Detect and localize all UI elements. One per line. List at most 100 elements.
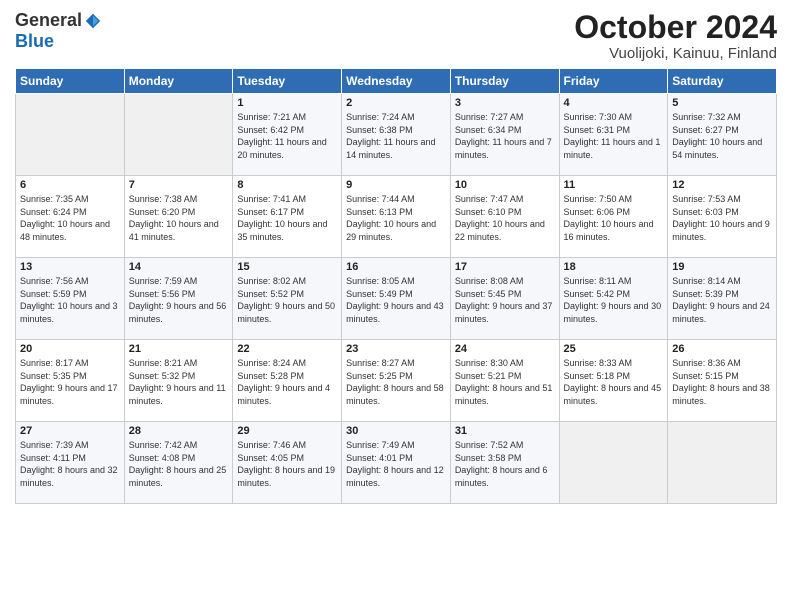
calendar-cell: 1Sunrise: 7:21 AM Sunset: 6:42 PM Daylig…: [233, 94, 342, 176]
day-number: 15: [237, 261, 337, 273]
calendar-cell: [668, 422, 777, 504]
calendar-cell: 6 Sunrise: 7:35 AM Sunset: 6:24 PM Daylig…: [16, 176, 125, 258]
calendar-header-row: SundayMondayTuesdayWednesdayThursdayFrid…: [16, 69, 777, 94]
calendar-header-tuesday: Tuesday: [233, 69, 342, 94]
logo-blue-text: Blue: [15, 31, 54, 51]
day-number: 12: [672, 179, 772, 191]
day-number: 22: [237, 343, 337, 355]
day-info: Sunrise: 7:49 AM Sunset: 4:01 PM Dayligh…: [346, 439, 446, 489]
day-number: 2: [346, 97, 446, 109]
calendar-cell: 16Sunrise: 8:05 AM Sunset: 5:49 PM Dayli…: [342, 258, 451, 340]
title-block: October 2024 Vuolijoki, Kainuu, Finland: [574, 10, 777, 62]
calendar-cell: 17 Sunrise: 8:08 AM Sunset: 5:45 PM Dayli…: [450, 258, 559, 340]
day-number: 17: [455, 261, 555, 273]
day-info: Sunrise: 7:41 AM Sunset: 6:17 PM Dayligh…: [237, 193, 337, 243]
calendar-cell: 5Sunrise: 7:32 AM Sunset: 6:27 PM Daylig…: [668, 94, 777, 176]
calendar-header-thursday: Thursday: [450, 69, 559, 94]
day-number: 11: [564, 179, 664, 191]
day-number: 14: [129, 261, 229, 273]
day-info: Sunrise: 7:35 AM Sunset: 6:24 PM Dayligh…: [20, 193, 120, 243]
calendar-cell: 29 Sunrise: 7:46 AM Sunset: 4:05 PM Dayli…: [233, 422, 342, 504]
day-info: Sunrise: 7:39 AM Sunset: 4:11 PM Dayligh…: [20, 439, 120, 489]
day-info: Sunrise: 8:21 AM Sunset: 5:32 PM Dayligh…: [129, 357, 229, 407]
calendar-header-monday: Monday: [124, 69, 233, 94]
calendar-cell: 9 Sunrise: 7:44 AM Sunset: 6:13 PM Daylig…: [342, 176, 451, 258]
day-number: 8: [237, 179, 337, 191]
day-info: Sunrise: 7:59 AM Sunset: 5:56 PM Dayligh…: [129, 275, 229, 325]
calendar-cell: 28Sunrise: 7:42 AM Sunset: 4:08 PM Dayli…: [124, 422, 233, 504]
day-number: 28: [129, 425, 229, 437]
day-info: Sunrise: 8:33 AM Sunset: 5:18 PM Dayligh…: [564, 357, 664, 407]
day-info: Sunrise: 8:14 AM Sunset: 5:39 PM Dayligh…: [672, 275, 772, 325]
day-info: Sunrise: 7:38 AM Sunset: 6:20 PM Dayligh…: [129, 193, 229, 243]
day-info: Sunrise: 8:08 AM Sunset: 5:45 PM Dayligh…: [455, 275, 555, 325]
calendar-cell: 14 Sunrise: 7:59 AM Sunset: 5:56 PM Dayli…: [124, 258, 233, 340]
logo-general-text: General: [15, 10, 82, 31]
calendar-cell: 7 Sunrise: 7:38 AM Sunset: 6:20 PM Daylig…: [124, 176, 233, 258]
calendar-cell: 10Sunrise: 7:47 AM Sunset: 6:10 PM Dayli…: [450, 176, 559, 258]
day-number: 6: [20, 179, 120, 191]
calendar-cell: 11 Sunrise: 7:50 AM Sunset: 6:06 PM Dayli…: [559, 176, 668, 258]
calendar-week-row: 6 Sunrise: 7:35 AM Sunset: 6:24 PM Daylig…: [16, 176, 777, 258]
day-number: 19: [672, 261, 772, 273]
day-number: 4: [564, 97, 664, 109]
calendar-cell: 23 Sunrise: 8:27 AM Sunset: 5:25 PM Dayli…: [342, 340, 451, 422]
day-number: 7: [129, 179, 229, 191]
day-number: 27: [20, 425, 120, 437]
calendar-week-row: 1Sunrise: 7:21 AM Sunset: 6:42 PM Daylig…: [16, 94, 777, 176]
calendar-cell: 24 Sunrise: 8:30 AM Sunset: 5:21 PM Dayli…: [450, 340, 559, 422]
calendar-table: SundayMondayTuesdayWednesdayThursdayFrid…: [15, 68, 777, 504]
day-number: 10: [455, 179, 555, 191]
calendar-cell: 4 Sunrise: 7:30 AM Sunset: 6:31 PM Daylig…: [559, 94, 668, 176]
day-number: 30: [346, 425, 446, 437]
calendar-cell: [559, 422, 668, 504]
calendar-cell: [16, 94, 125, 176]
calendar-cell: 21 Sunrise: 8:21 AM Sunset: 5:32 PM Dayli…: [124, 340, 233, 422]
day-info: Sunrise: 8:11 AM Sunset: 5:42 PM Dayligh…: [564, 275, 664, 325]
calendar-cell: [124, 94, 233, 176]
day-info: Sunrise: 8:24 AM Sunset: 5:28 PM Dayligh…: [237, 357, 337, 407]
calendar-cell: 25 Sunrise: 8:33 AM Sunset: 5:18 PM Dayli…: [559, 340, 668, 422]
calendar-cell: 13Sunrise: 7:56 AM Sunset: 5:59 PM Dayli…: [16, 258, 125, 340]
month-title: October 2024: [574, 10, 777, 45]
day-number: 1: [237, 97, 337, 109]
day-info: Sunrise: 7:53 AM Sunset: 6:03 PM Dayligh…: [672, 193, 772, 243]
day-info: Sunrise: 8:05 AM Sunset: 5:49 PM Dayligh…: [346, 275, 446, 325]
day-info: Sunrise: 7:44 AM Sunset: 6:13 PM Dayligh…: [346, 193, 446, 243]
day-info: Sunrise: 8:36 AM Sunset: 5:15 PM Dayligh…: [672, 357, 772, 407]
day-info: Sunrise: 7:46 AM Sunset: 4:05 PM Dayligh…: [237, 439, 337, 489]
calendar-cell: 12 Sunrise: 7:53 AM Sunset: 6:03 PM Dayli…: [668, 176, 777, 258]
day-number: 13: [20, 261, 120, 273]
day-number: 18: [564, 261, 664, 273]
day-number: 25: [564, 343, 664, 355]
calendar-week-row: 27 Sunrise: 7:39 AM Sunset: 4:11 PM Dayli…: [16, 422, 777, 504]
day-number: 3: [455, 97, 555, 109]
calendar-cell: 31Sunrise: 7:52 AM Sunset: 3:58 PM Dayli…: [450, 422, 559, 504]
day-info: Sunrise: 8:02 AM Sunset: 5:52 PM Dayligh…: [237, 275, 337, 325]
day-info: Sunrise: 7:50 AM Sunset: 6:06 PM Dayligh…: [564, 193, 664, 243]
calendar-cell: 8 Sunrise: 7:41 AM Sunset: 6:17 PM Daylig…: [233, 176, 342, 258]
calendar-cell: 15 Sunrise: 8:02 AM Sunset: 5:52 PM Dayli…: [233, 258, 342, 340]
day-info: Sunrise: 8:30 AM Sunset: 5:21 PM Dayligh…: [455, 357, 555, 407]
day-number: 31: [455, 425, 555, 437]
calendar-cell: 30 Sunrise: 7:49 AM Sunset: 4:01 PM Dayli…: [342, 422, 451, 504]
day-info: Sunrise: 7:27 AM Sunset: 6:34 PM Dayligh…: [455, 111, 555, 161]
day-number: 29: [237, 425, 337, 437]
calendar-header-saturday: Saturday: [668, 69, 777, 94]
day-number: 23: [346, 343, 446, 355]
calendar-week-row: 20Sunrise: 8:17 AM Sunset: 5:35 PM Dayli…: [16, 340, 777, 422]
day-number: 24: [455, 343, 555, 355]
day-number: 21: [129, 343, 229, 355]
day-info: Sunrise: 8:27 AM Sunset: 5:25 PM Dayligh…: [346, 357, 446, 407]
day-number: 9: [346, 179, 446, 191]
calendar-cell: 22 Sunrise: 8:24 AM Sunset: 5:28 PM Dayli…: [233, 340, 342, 422]
calendar-week-row: 13Sunrise: 7:56 AM Sunset: 5:59 PM Dayli…: [16, 258, 777, 340]
calendar-cell: 27 Sunrise: 7:39 AM Sunset: 4:11 PM Dayli…: [16, 422, 125, 504]
location-title: Vuolijoki, Kainuu, Finland: [574, 45, 777, 62]
logo: General Blue: [15, 10, 102, 52]
day-info: Sunrise: 7:30 AM Sunset: 6:31 PM Dayligh…: [564, 111, 664, 161]
day-info: Sunrise: 8:17 AM Sunset: 5:35 PM Dayligh…: [20, 357, 120, 407]
calendar-cell: 3 Sunrise: 7:27 AM Sunset: 6:34 PM Daylig…: [450, 94, 559, 176]
calendar-header-wednesday: Wednesday: [342, 69, 451, 94]
day-number: 5: [672, 97, 772, 109]
